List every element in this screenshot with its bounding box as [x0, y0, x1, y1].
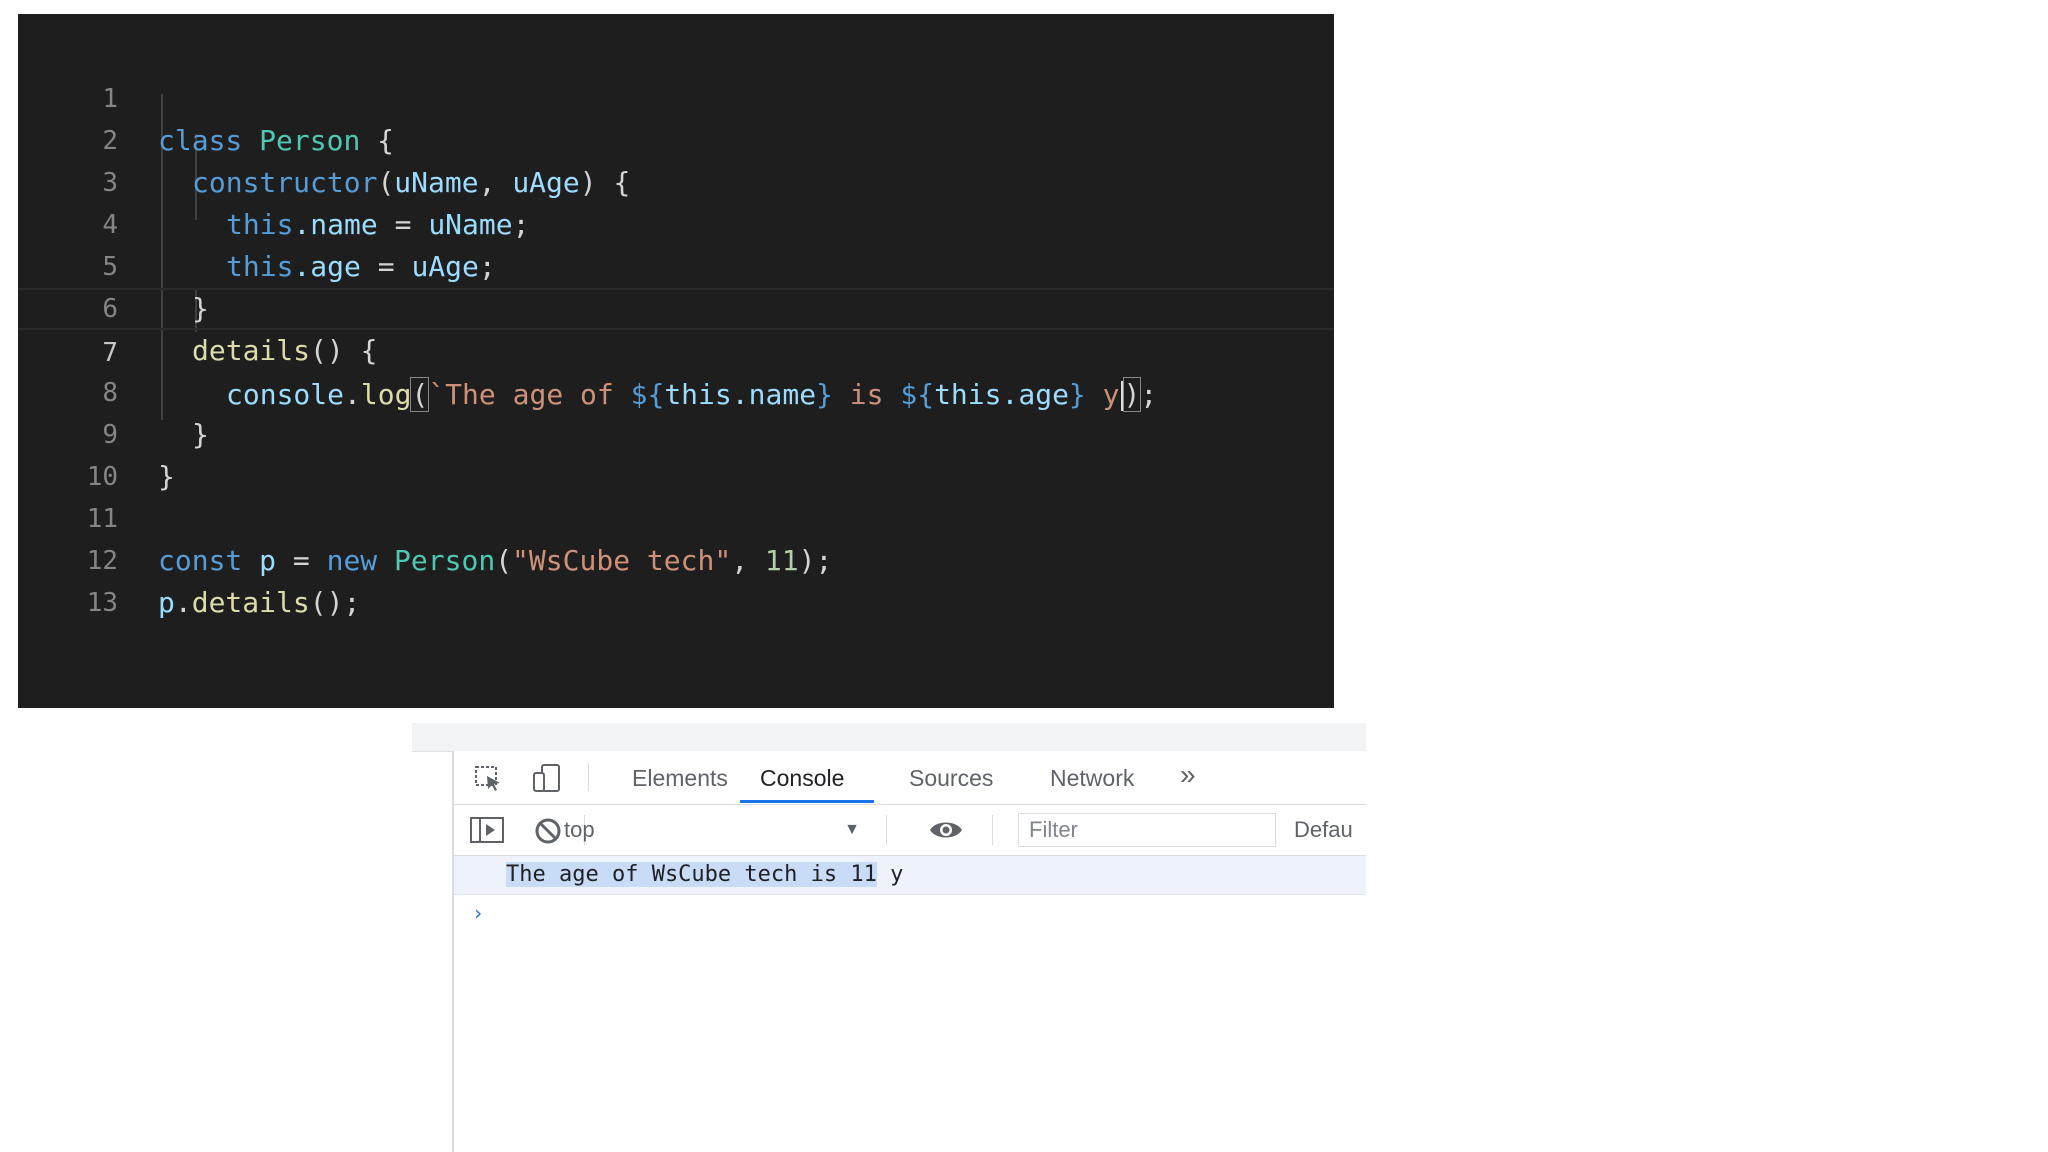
code-line-1[interactable]: 1 class Person { — [18, 36, 1334, 157]
code-line-7[interactable]: 7 console.log(`The age of ${this.name} i… — [18, 288, 1334, 412]
code-line-12[interactable]: 12 p.details(); — [18, 498, 1334, 619]
dropdown-arrow-icon: ▼ — [844, 821, 860, 838]
message-rest: y — [876, 862, 904, 887]
code-editor[interactable]: 1 class Person { 2 constructor(uName, uA… — [18, 14, 1334, 708]
editor-top-gap — [18, 14, 1334, 28]
log-levels-dropdown[interactable]: Defau — [1294, 815, 1353, 845]
code-line-6[interactable]: 6 details() { — [18, 246, 1334, 367]
devtools-top-strip — [412, 723, 1366, 752]
console-filter-input[interactable]: Filter — [1018, 813, 1276, 847]
console-log-message[interactable]: The age of WsCube tech is 11 y — [454, 856, 1366, 895]
clear-console-icon[interactable] — [534, 817, 562, 849]
code-line-5[interactable]: 5 } — [18, 204, 1334, 325]
code-line-11[interactable]: 11 const p = new Person("WsCube tech", 1… — [18, 456, 1334, 577]
toolbar-separator — [992, 815, 993, 845]
tab-console[interactable]: Console — [760, 765, 844, 792]
device-toolbar-icon[interactable] — [532, 763, 562, 797]
code-line-3[interactable]: 3 this.name = uName; — [18, 120, 1334, 241]
console-toolbar: top ▼ Filter Defau — [454, 805, 1366, 856]
tab-network[interactable]: Network — [1050, 765, 1134, 792]
active-tab-indicator — [740, 800, 874, 803]
tab-separator — [588, 763, 589, 791]
code-line-9[interactable]: 9 } — [18, 372, 1334, 493]
code-line-13[interactable]: 13 — [18, 540, 1334, 618]
code-line-4[interactable]: 4 this.age = uAge; — [18, 162, 1334, 283]
code-text: p.details(); — [158, 586, 361, 619]
toolbar-separator — [886, 815, 887, 845]
context-selector[interactable]: top ▼ — [564, 815, 870, 845]
selected-text: The age of WsCube tech is 11 — [506, 862, 877, 887]
sidebar-toggle-icon[interactable] — [470, 817, 504, 847]
inspect-element-icon[interactable] — [474, 765, 504, 797]
code-line-2[interactable]: 2 constructor(uName, uAge) { — [18, 78, 1334, 199]
tab-sources[interactable]: Sources — [909, 765, 993, 792]
context-value: top — [564, 817, 595, 842]
console-message-text: The age of WsCube tech is 11 y — [506, 860, 903, 890]
console-prompt-icon[interactable]: › — [472, 901, 484, 925]
code-line-8[interactable]: 8 } — [18, 330, 1334, 451]
devtools-tab-bar: Elements Console Sources Network » — [454, 751, 1366, 805]
devtools-panel: Elements Console Sources Network » top ▼ — [412, 723, 1366, 1152]
code-line-10[interactable]: 10 — [18, 414, 1334, 492]
live-expression-eye-icon[interactable] — [928, 818, 964, 846]
tab-elements[interactable]: Elements — [632, 765, 728, 792]
more-tabs-button[interactable]: » — [1180, 759, 1196, 791]
line-number: 13 — [86, 588, 118, 618]
